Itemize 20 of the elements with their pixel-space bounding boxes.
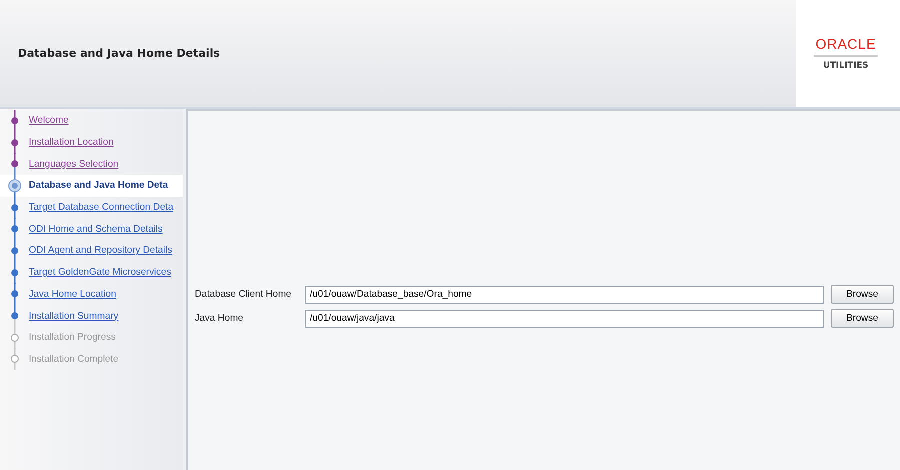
step-item[interactable]: Java Home Location — [0, 284, 183, 306]
browse-button[interactable]: Browse — [831, 309, 894, 328]
step-item[interactable]: Welcome — [0, 110, 183, 132]
page-title: Database and Java Home Details — [18, 47, 220, 60]
step-item[interactable]: ODI Agent and Repository Details — [0, 240, 183, 262]
product-name: UTILITIES — [823, 61, 869, 71]
step-item[interactable]: Target Database Connection Deta — [0, 196, 183, 218]
field-label: Database Client Home — [195, 289, 293, 300]
step-item[interactable]: Installation Summary — [0, 305, 183, 327]
step-item[interactable]: ODI Home and Schema Details — [0, 218, 183, 240]
step-item[interactable]: Installation Location — [0, 132, 183, 154]
step-node-icon — [7, 174, 23, 197]
step-item[interactable]: Database and Java Home Deta — [0, 175, 183, 197]
step-item[interactable]: Languages Selection — [0, 153, 183, 176]
browse-button[interactable]: Browse — [831, 285, 894, 304]
input-field[interactable]: /u01/ouaw/java/java — [305, 310, 824, 328]
input-field[interactable]: /u01/ouaw/Database_base/Ora_home — [305, 286, 824, 304]
step-item[interactable]: Target GoldenGate Microservices — [0, 262, 183, 284]
brand-logo: ORACLE — [814, 36, 878, 57]
field-label: Java Home — [195, 313, 245, 324]
